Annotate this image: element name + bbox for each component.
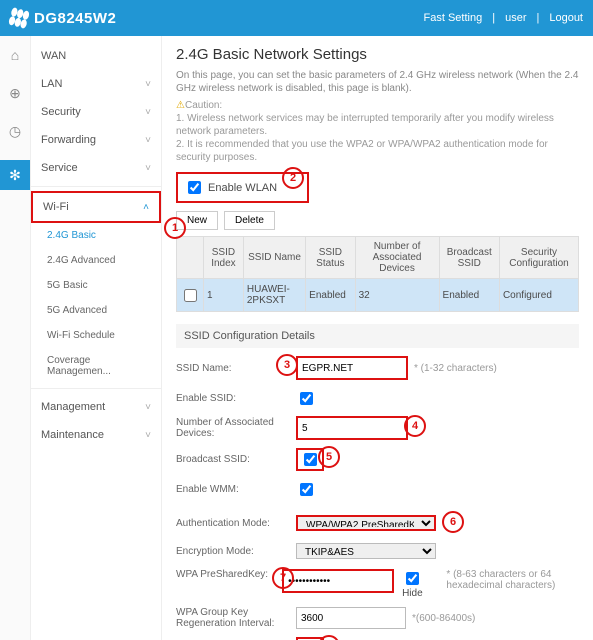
chevron-down-icon: ˅ (145, 163, 151, 174)
subnav-24g-advanced[interactable]: 2.4G Advanced (31, 248, 161, 273)
assoc-devices-input[interactable] (296, 416, 408, 440)
separator: | (536, 12, 539, 24)
lbl-auth-mode: Authentication Mode: (176, 518, 296, 529)
model-name: DG8245W2 (34, 10, 116, 27)
header-links: Fast Setting | user | Logout (424, 12, 583, 24)
hint-psk: * (8-63 characters or 64 hexadecimal cha… (446, 569, 579, 591)
delete-button[interactable]: Delete (224, 211, 275, 230)
annotation-marker-6: 6 (442, 511, 464, 533)
nav-forwarding[interactable]: Forwarding˅ (31, 126, 161, 154)
warning-icon: ⚠ (176, 100, 185, 111)
hint-ssid: * (1-32 characters) (414, 363, 497, 374)
enable-wlan-checkbox[interactable] (188, 181, 201, 194)
lbl-ssid-name: SSID Name: (176, 363, 296, 374)
wpa-psk-input[interactable] (282, 569, 394, 593)
rekey-interval-input[interactable] (296, 607, 406, 629)
lbl-wpa-psk: WPA PreSharedKey: (176, 569, 282, 580)
ssid-name-input[interactable] (296, 356, 408, 380)
logout-link[interactable]: Logout (549, 12, 583, 24)
lbl-enable-wmm: Enable WMM: (176, 484, 296, 495)
th-ssid-name: SSID Name (243, 237, 305, 279)
cell-name: HUAWEI-2PKSXT (243, 279, 305, 312)
enable-wlan-row: Enable WLAN (176, 172, 309, 203)
chevron-down-icon: ˅ (145, 135, 151, 146)
logo-area: DG8245W2 (10, 9, 116, 27)
th-broadcast: Broadcast SSID (439, 237, 499, 279)
caution-line-2: 2. It is recommended that you use the WP… (176, 139, 548, 163)
cell-sec: Configured (499, 279, 578, 312)
ssid-row[interactable]: 1 HUAWEI-2PKSXT Enabled 32 Enabled Confi… (177, 279, 579, 312)
nav-sidebar: WAN LAN˅ Security˅ Forwarding˅ Service˅ … (31, 36, 162, 640)
subnav-24g-basic[interactable]: 2.4G Basic (31, 223, 161, 248)
enable-wmm-checkbox[interactable] (300, 483, 313, 496)
cell-status: Enabled (306, 279, 355, 312)
enable-wlan-label: Enable WLAN (208, 182, 277, 194)
cell-assoc: 32 (355, 279, 439, 312)
main-content: 2.4G Basic Network Settings On this page… (162, 36, 593, 640)
app-header: DG8245W2 Fast Setting | user | Logout (0, 0, 593, 36)
cell-index: 1 (204, 279, 244, 312)
lbl-encryption-mode: Encryption Mode: (176, 546, 296, 557)
separator: | (492, 12, 495, 24)
user-link[interactable]: user (505, 12, 526, 24)
nav-wifi[interactable]: Wi-Fi˄ (31, 191, 161, 223)
th-ssid-index: SSID Index (204, 237, 244, 279)
nav-security[interactable]: Security˅ (31, 98, 161, 126)
page-description: On this page, you can set the basic para… (176, 69, 579, 95)
auth-mode-select[interactable]: WPA/WPA2 PreSharedKey (296, 515, 436, 531)
page-title: 2.4G Basic Network Settings (176, 46, 579, 63)
enable-ssid-checkbox[interactable] (300, 392, 313, 405)
section-ssid-details: SSID Configuration Details (176, 324, 579, 348)
globe-icon[interactable]: ◷ (6, 122, 24, 140)
subnav-coverage[interactable]: Coverage Managemen... (31, 348, 161, 384)
add-icon[interactable]: ⊕ (6, 84, 24, 102)
th-security: Security Configuration (499, 237, 578, 279)
encryption-mode-select[interactable]: TKIP&AES (296, 543, 436, 559)
nav-lan[interactable]: LAN˅ (31, 70, 161, 98)
th-ssid-status: SSID Status (306, 237, 355, 279)
cell-bcast: Enabled (439, 279, 499, 312)
caution-label: Caution: (185, 100, 222, 111)
lbl-broadcast-ssid: Broadcast SSID: (176, 454, 296, 465)
home-icon[interactable]: ⌂ (6, 46, 24, 64)
chevron-down-icon: ˅ (145, 107, 151, 118)
chevron-down-icon: ˅ (145, 79, 151, 90)
huawei-logo-icon (8, 7, 30, 29)
lbl-rekey-interval: WPA Group Key Regeneration Interval: (176, 607, 296, 629)
chevron-down-icon: ˅ (145, 402, 151, 413)
caution-block: ⚠Caution: 1. Wireless network services m… (176, 99, 579, 164)
nav-maintenance[interactable]: Maintenance˅ (31, 421, 161, 449)
chevron-up-icon: ˄ (143, 202, 149, 213)
chevron-down-icon: ˅ (145, 430, 151, 441)
hide-psk-checkbox[interactable] (406, 572, 419, 585)
ssid-table: SSID Index SSID Name SSID Status Number … (176, 236, 579, 312)
caution-line-1: 1. Wireless network services may be inte… (176, 113, 554, 137)
hint-rekey: *(600-86400s) (412, 613, 475, 624)
nav-wan[interactable]: WAN (31, 42, 161, 70)
ssid-row-checkbox[interactable] (184, 289, 197, 302)
lbl-assoc-devices: Number of Associated Devices: (176, 417, 296, 439)
fast-setting-link[interactable]: Fast Setting (424, 12, 483, 24)
subnav-5g-basic[interactable]: 5G Basic (31, 273, 161, 298)
nav-service[interactable]: Service˅ (31, 154, 161, 182)
lbl-enable-ssid: Enable SSID: (176, 393, 296, 404)
subnav-5g-advanced[interactable]: 5G Advanced (31, 298, 161, 323)
gear-icon[interactable]: ✻ (0, 160, 30, 190)
icon-sidebar: ⌂ ⊕ ◷ ✻ (0, 36, 31, 640)
broadcast-ssid-checkbox[interactable] (304, 453, 317, 466)
lbl-hide: Hide (402, 588, 423, 599)
new-button[interactable]: New (176, 211, 218, 230)
nav-management[interactable]: Management˅ (31, 393, 161, 421)
subnav-wifi-schedule[interactable]: Wi-Fi Schedule (31, 323, 161, 348)
th-assoc-devices: Number of Associated Devices (355, 237, 439, 279)
